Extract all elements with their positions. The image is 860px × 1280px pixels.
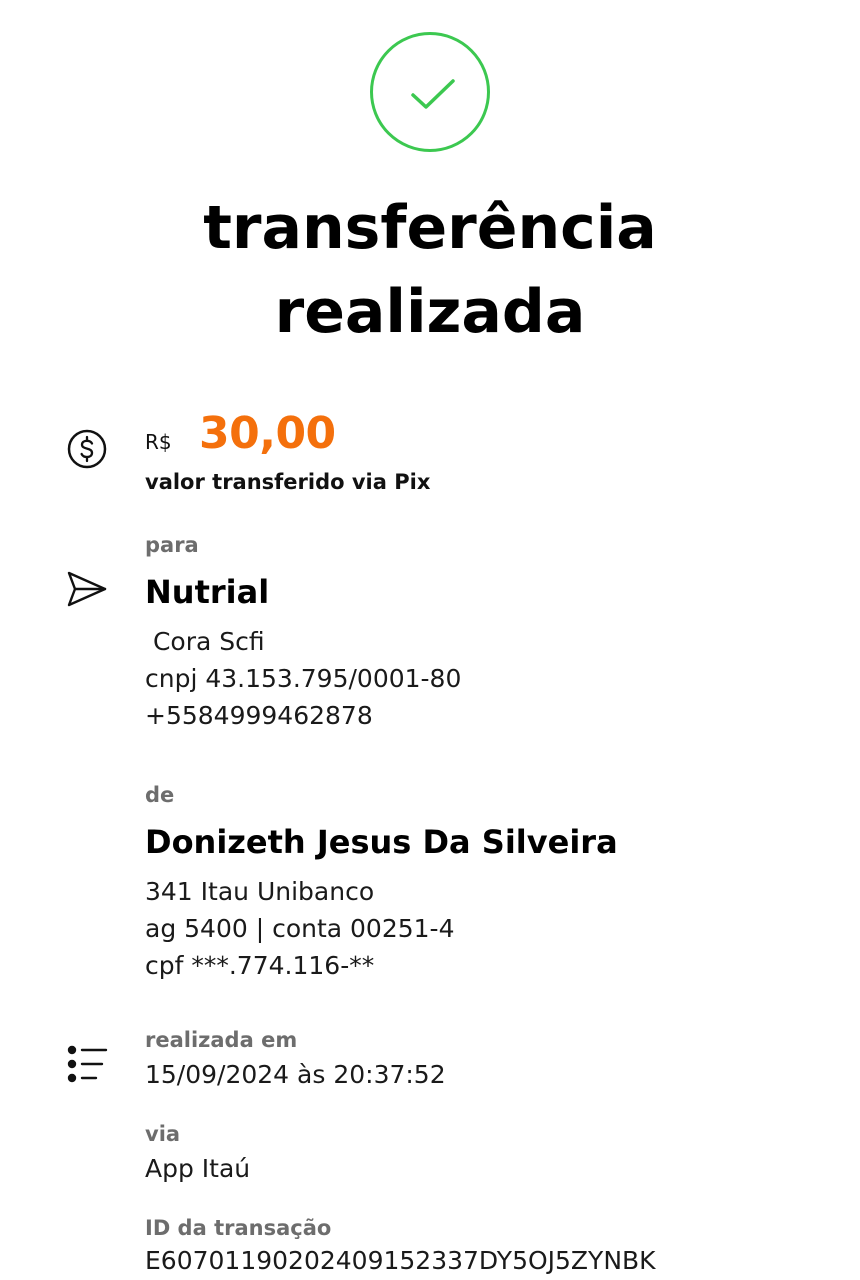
recipient-name: Nutrial	[145, 573, 270, 611]
recipient-document: cnpj 43.153.795/0001-80	[145, 664, 462, 693]
send-icon	[66, 570, 108, 612]
recipient-label: para	[145, 533, 199, 557]
sender-account: ag 5400 | conta 00251-4	[145, 914, 455, 943]
via-label: via	[145, 1122, 181, 1146]
recipient-pix-key: +5584999462878	[145, 701, 373, 730]
date-label: realizada em	[145, 1028, 298, 1052]
title-line-1: transferência	[203, 193, 657, 263]
via-value: App Itaú	[145, 1154, 251, 1183]
sender-label: de	[145, 783, 175, 807]
page-title: transferência realizada	[0, 186, 860, 354]
dollar-circle-icon	[66, 428, 108, 474]
sender-document: cpf ***.774.116-**	[145, 951, 375, 980]
amount-value: 30,00	[199, 408, 336, 459]
recipient-bank: Cora Scfi	[145, 627, 265, 656]
list-icon	[66, 1044, 110, 1088]
amount-caption: valor transferido via Pix	[145, 470, 431, 494]
date-value: 15/09/2024 às 20:37:52	[145, 1060, 446, 1089]
title-line-2: realizada	[274, 277, 586, 347]
transaction-id-label: ID da transação	[145, 1216, 332, 1240]
sender-name: Donizeth Jesus Da Silveira	[145, 823, 618, 861]
transaction-id-value: E60701190202409152337DY5OJ5ZYNBK	[145, 1246, 656, 1275]
amount-currency: R$	[145, 430, 172, 454]
success-check-icon	[370, 32, 490, 152]
sender-bank: 341 Itau Unibanco	[145, 877, 375, 906]
